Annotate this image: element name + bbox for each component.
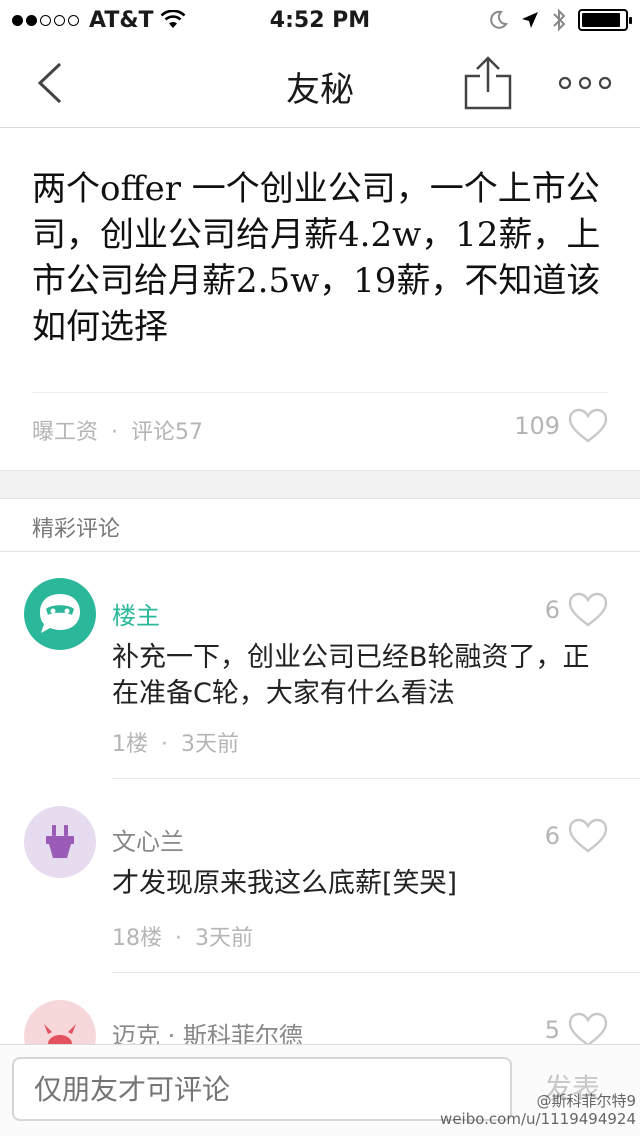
avatar[interactable]: [24, 578, 96, 650]
comment-time: 3天前: [181, 732, 239, 757]
post-like-button[interactable]: 109: [514, 408, 608, 444]
meta-separator: ·: [111, 420, 119, 445]
page-title: 友秘: [286, 70, 354, 110]
comment-text: 才发现原来我这么底薪[笑哭]: [112, 868, 458, 899]
section-title: 精彩评论: [32, 517, 121, 542]
comment-author[interactable]: 楼主: [112, 596, 160, 631]
battery-icon: [578, 9, 632, 31]
comment-like-count: 5: [544, 1016, 560, 1044]
wifi-icon: [160, 10, 185, 28]
post-like-count: 109: [514, 412, 560, 440]
comment-floor: 18楼: [112, 926, 162, 951]
status-right: [488, 8, 632, 32]
masked-chat-bubble-icon: [40, 594, 80, 633]
post-comment-count: 评论57: [131, 420, 204, 445]
divider: [112, 778, 640, 779]
comment-like-button[interactable]: 6: [545, 818, 608, 854]
comment-like-button[interactable]: 6: [545, 592, 608, 628]
heart-icon: [568, 818, 608, 853]
signal-strength-icon: [12, 14, 79, 26]
watermark-url: weibo.com/u/1119494924: [440, 1110, 636, 1128]
comment-like-count: 6: [544, 596, 560, 624]
comment-text: 补充一下，创业公司已经B轮融资了，正在准备C轮，大家有什么看法: [112, 642, 590, 709]
divider: [32, 392, 608, 393]
comment-meta: 18楼 · 3天前: [112, 920, 253, 952]
comment-author[interactable]: 文心兰: [112, 822, 184, 857]
carrier-name: AT&T: [89, 7, 154, 33]
nav-bar: 友秘: [0, 40, 640, 128]
status-bar: AT&T 4:52 PM: [0, 0, 640, 40]
heart-icon: [568, 408, 608, 443]
location-arrow-icon: [522, 12, 538, 28]
comment-meta: 1楼 · 3天前: [112, 726, 239, 758]
watermark: @斯科菲尔特9 weibo.com/u/1119494924: [420, 1092, 636, 1128]
bluetooth-icon: [553, 8, 566, 32]
section-header: 精彩评论: [0, 498, 640, 552]
post-meta: 曝工资 · 评论57: [32, 414, 203, 446]
section-gap: [0, 470, 640, 498]
meta-separator: ·: [161, 732, 168, 757]
comment-like-button[interactable]: 5: [545, 1012, 608, 1048]
post-category[interactable]: 曝工资: [32, 420, 98, 445]
watermark-handle: @斯科菲尔特9: [536, 1092, 636, 1110]
comment-time: 3天前: [195, 926, 253, 951]
meta-separator: ·: [175, 926, 182, 951]
plug-icon: [46, 825, 74, 858]
more-icon[interactable]: [556, 74, 614, 92]
avatar[interactable]: [24, 806, 96, 878]
share-icon[interactable]: [462, 54, 514, 110]
comment-floor: 1楼: [112, 732, 148, 757]
divider: [112, 972, 640, 973]
heart-icon: [568, 1012, 608, 1047]
post-title: 两个offer 一个创业公司，一个上市公司，创业公司给月薪4.2w，12薪，上市…: [32, 169, 601, 347]
heart-icon: [568, 592, 608, 627]
comment-like-count: 6: [544, 822, 560, 850]
status-left: AT&T: [12, 8, 488, 33]
moon-icon: [490, 10, 508, 29]
